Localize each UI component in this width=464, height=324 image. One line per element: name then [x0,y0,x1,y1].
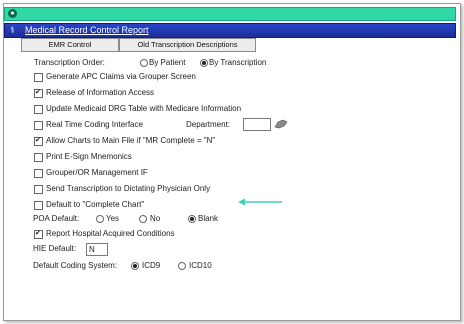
top-status-bar: ● [4,7,456,21]
checkbox-row: Allow Charts to Main File if "MR Complet… [34,135,334,147]
tab-old-transcription-descriptions[interactable]: Old Transcription Descriptions [119,38,256,52]
coding-system-label: Default Coding System: [33,261,118,270]
checkbox-update-medicaid-drg[interactable] [34,105,43,114]
tab-emr-control[interactable]: EMR Control [21,38,119,52]
pointer-arrow-icon [238,198,282,206]
department-label: Department: [186,120,231,129]
checkbox-row: Print E-Sign Mnemonics [34,151,334,163]
radio-icd9[interactable] [131,262,139,270]
radio-by-transcription[interactable] [200,59,208,67]
coding-system-row: Default Coding System: ICD9 ICD10 [33,260,253,272]
radio-icd10-label: ICD10 [189,261,212,270]
checkbox-allow-charts[interactable] [34,135,43,147]
checkbox-default-complete-chart[interactable] [34,201,43,210]
caduceus-icon: ⚕ [10,25,15,35]
checkbox-send-transcription[interactable] [34,185,43,194]
checkbox-row: Release of Information Access [34,87,334,99]
checkbox-row: Send Transcription to Dictating Physicia… [34,183,334,195]
checkbox-label: Real Time Coding Interface [46,120,143,129]
radio-by-transcription-label: By Transcription [209,58,267,67]
checkbox-row: Default to "Complete Chart" [34,199,234,211]
radio-icd9-label: ICD9 [142,261,161,270]
window-title: Medical Record Control Report [25,25,149,35]
checkbox-grouper-or[interactable] [34,169,43,178]
checkbox-label: Grouper/OR Management IF [46,168,148,177]
radio-poa-blank[interactable] [188,215,196,223]
transcription-order-row: Transcription Order: By Patient By Trans… [34,57,274,69]
radio-poa-no[interactable] [139,215,147,223]
hie-default-label: HIE Default: [33,244,77,253]
checkbox-row: Grouper/OR Management IF [34,167,334,179]
checkbox-release-info[interactable] [34,87,43,99]
checkbox-label: Update Medicaid DRG Table with Medicare … [46,104,242,113]
department-input[interactable] [243,118,271,131]
checkbox-label: Send Transcription to Dictating Physicia… [46,184,211,193]
checkbox-row: Update Medicaid DRG Table with Medicare … [34,103,334,115]
lookup-icon[interactable] [274,119,288,129]
radio-poa-yes-label: Yes [106,214,120,223]
poa-default-label: POA Default: [33,214,80,223]
checkbox-row: Real Time Coding Interface Department: [34,119,334,131]
checkbox-label: Default to "Complete Chart" [46,200,145,209]
transcription-order-label: Transcription Order: [34,58,105,67]
radio-poa-no-label: No [150,214,161,223]
checkbox-label: Report Hospital Acquired Conditions [46,229,175,238]
radio-by-patient[interactable] [140,59,148,67]
checkbox-real-time-coding[interactable] [34,121,43,130]
radio-poa-yes[interactable] [96,215,104,223]
checkbox-generate-apc[interactable] [34,73,43,82]
checkbox-report-hac[interactable] [34,228,43,240]
poa-default-row: POA Default: Yes No Blank [33,213,233,225]
title-bar: ⚕ Medical Record Control Report [4,23,456,38]
hie-default-input[interactable]: N [86,243,108,256]
radio-poa-blank-label: Blank [198,214,219,223]
checkbox-label: Print E-Sign Mnemonics [46,152,132,161]
checkbox-row: Generate APC Claims via Grouper Screen [34,71,334,83]
checkbox-label: Generate APC Claims via Grouper Screen [46,72,196,81]
radio-icd10[interactable] [178,262,186,270]
checkbox-row: Report Hospital Acquired Conditions [34,228,284,240]
checkbox-print-esign[interactable] [34,153,43,162]
radio-by-patient-label: By Patient [149,58,186,67]
checkbox-label: Release of Information Access [46,88,155,97]
checkbox-label: Allow Charts to Main File if "MR Complet… [46,136,216,145]
info-icon[interactable]: ● [8,9,17,18]
